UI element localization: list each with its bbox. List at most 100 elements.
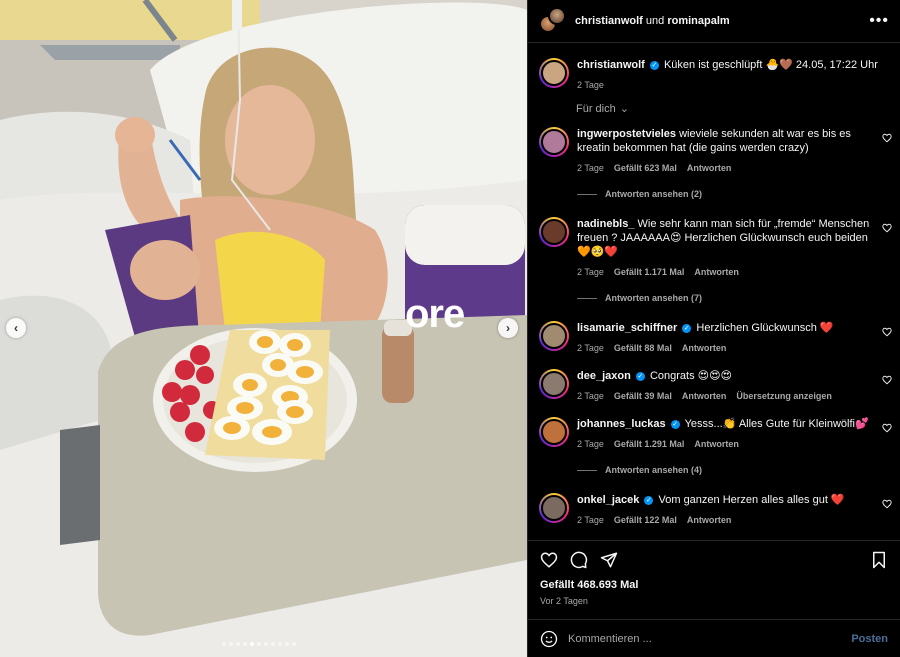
commenter-avatar[interactable] [539,321,569,351]
comment-username[interactable]: lisamarie_schiffner [577,322,677,334]
reply-button[interactable]: Antworten [682,341,727,355]
view-replies-label: Antworten ansehen (4) [605,465,703,475]
comment-heart-icon[interactable] [882,327,892,337]
post-media[interactable]: ore ‹ › [0,0,527,657]
view-replies-button[interactable]: Antworten ansehen (4) [577,463,871,477]
reply-button[interactable]: Antworten [687,513,732,527]
carousel-dot [285,642,289,646]
comment-likes[interactable]: Gefällt 623 Mal [614,161,677,175]
comment-likes[interactable]: Gefällt 122 Mal [614,513,677,527]
comment-input[interactable] [568,632,852,645]
view-replies-label: Antworten ansehen (2) [605,189,703,199]
view-replies-label: Antworten ansehen (7) [605,293,703,303]
carousel-next-button[interactable]: › [498,318,518,338]
carousel-dots [222,642,296,646]
comment-likes[interactable]: Gefällt 1.291 Mal [614,437,685,451]
caption-username[interactable]: christianwolf [577,59,645,71]
verified-badge-icon: ✓ [644,495,654,505]
post-actions: Gefällt 468.693 Mal Vor 2 Tagen [528,540,900,610]
comment-composer: Posten [528,619,900,657]
comment-age: 2 Tage [577,267,604,277]
post-comment-button[interactable]: Posten [851,633,888,645]
heart-icon[interactable] [540,551,558,569]
caption-age: 2 Tage [577,80,604,90]
product-brand-text: ore [405,292,465,336]
comment-age: 2 Tage [577,343,604,353]
coauthor-username[interactable]: rominapalm [667,15,729,27]
post-timestamp: Vor 2 Tagen [540,596,588,606]
verified-badge-icon: ✓ [649,60,659,70]
comment-item: ingwerpostetvieles wieviele sekunden alt… [528,127,900,201]
comment-filter-dropdown[interactable]: Für dich ⌄ [528,92,900,116]
post-header: christianwolf und rominapalm ••• [528,0,900,43]
commenter-avatar[interactable] [539,217,569,247]
carousel-prev-button[interactable]: ‹ [6,318,26,338]
collab-avatars[interactable] [539,7,567,35]
verified-badge-icon: ✓ [682,323,692,333]
commenter-avatar[interactable] [539,493,569,523]
comment-heart-icon[interactable] [882,423,892,433]
comment-username[interactable]: nadinebls_ [577,218,634,230]
caption-avatar[interactable] [539,58,569,88]
comment-text: Vom ganzen Herzen alles alles gut ❤️ [658,494,845,506]
comment-heart-icon[interactable] [882,499,892,509]
view-replies-button[interactable]: Antworten ansehen (2) [577,187,871,201]
emoji-icon[interactable] [540,630,558,648]
comment-username[interactable]: johannes_luckas [577,418,666,430]
comment-item: onkel_jacek ✓ Vom ganzen Herzen alles al… [528,493,900,527]
carousel-dot [229,642,233,646]
reply-button[interactable]: Antworten [694,265,739,279]
post-caption: christianwolf ✓ Küken ist geschlüpft 🐣🤎 … [528,44,900,92]
comments-scroll-area[interactable]: christianwolf ✓ Küken ist geschlüpft 🐣🤎 … [528,44,900,539]
comment-username[interactable]: ingwerpostetvieles [577,128,676,140]
translate-button[interactable]: Übersetzung anzeigen [736,389,832,403]
post-likes-count[interactable]: Gefällt 468.693 Mal [540,579,888,591]
reply-button[interactable]: Antworten [694,437,739,451]
comment-text: Herzlichen Glückwunsch ❤️ [696,322,834,334]
comment-heart-icon[interactable] [882,133,892,143]
carousel-dot [257,642,261,646]
comment-likes[interactable]: Gefällt 88 Mal [614,341,672,355]
comment-item: johannes_luckas ✓ Yesss...👏 Alles Gute f… [528,417,900,477]
comment-age: 2 Tage [577,163,604,173]
author-username[interactable]: christianwolf [575,15,643,27]
carousel-dot [278,642,282,646]
comment-text: Yesss...👏 Alles Gute für Kleinwölfi💕 [684,418,869,430]
comment-username[interactable]: onkel_jacek [577,494,639,506]
carousel-dot [271,642,275,646]
commenter-avatar[interactable] [539,127,569,157]
share-icon[interactable] [600,551,618,569]
reply-button[interactable]: Antworten [682,389,727,403]
comment-age: 2 Tage [577,439,604,449]
carousel-dot [222,642,226,646]
comment-text: Congrats 😍😍😍 [649,370,733,382]
carousel-dot [292,642,296,646]
post-authors: christianwolf und rominapalm [575,15,730,27]
comment-age: 2 Tage [577,391,604,401]
comments-list: ingwerpostetvieles wieviele sekunden alt… [528,127,900,527]
reply-button[interactable]: Antworten [687,161,732,175]
commenter-avatar[interactable] [539,417,569,447]
comment-age: 2 Tage [577,515,604,525]
carousel-dot [264,642,268,646]
verified-badge-icon: ✓ [670,419,680,429]
view-replies-button[interactable]: Antworten ansehen (7) [577,291,871,305]
comment-item: dee_jaxon ✓ Congrats 😍😍😍 2 Tage Gefällt … [528,369,900,403]
comment-likes[interactable]: Gefällt 1.171 Mal [614,265,685,279]
carousel-dot [243,642,247,646]
comment-icon[interactable] [570,551,588,569]
comment-heart-icon[interactable] [882,223,892,233]
comment-likes[interactable]: Gefällt 39 Mal [614,389,672,403]
comment-item: lisamarie_schiffner ✓ Herzlichen Glückwu… [528,321,900,355]
commenter-avatar[interactable] [539,369,569,399]
post-side-panel: christianwolf und rominapalm ••• christi… [527,0,900,657]
author-joiner: und [645,15,665,27]
comment-username[interactable]: dee_jaxon [577,370,631,382]
comment-item: nadinebls_ Wie sehr kann man sich für „f… [528,217,900,305]
filter-label: Für dich [576,102,616,115]
chevron-down-icon: ⌄ [619,103,629,115]
bookmark-icon[interactable] [870,551,888,569]
comment-heart-icon[interactable] [882,375,892,385]
more-options-icon[interactable]: ••• [869,12,889,30]
caption-text: Küken ist geschlüpft 🐣🤎 24.05, 17:22 Uhr [663,59,878,71]
